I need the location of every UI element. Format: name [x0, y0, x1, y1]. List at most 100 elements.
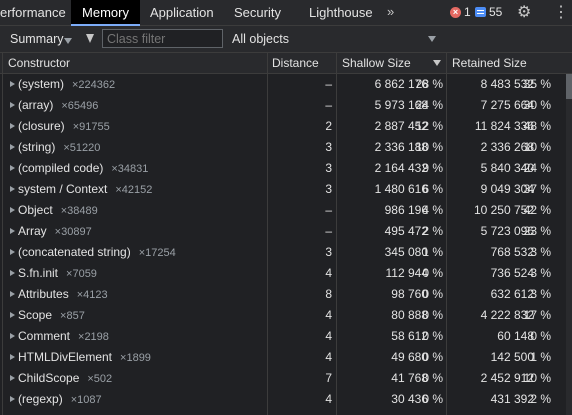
instance-count: ×17254: [138, 247, 176, 259]
retained-size-percent: 0 %: [530, 329, 551, 343]
expand-triangle-icon[interactable]: [10, 333, 15, 339]
tab-memory[interactable]: Memory: [71, 0, 140, 26]
constructor-label: (concatenated string): [18, 245, 131, 259]
distance-value: 4: [325, 350, 332, 364]
column-header-retained-size[interactable]: Retained Size: [452, 53, 527, 73]
instance-count: ×51220: [63, 142, 101, 154]
retained-size-percent: 3 %: [530, 266, 551, 280]
class-filter-input[interactable]: [102, 29, 223, 48]
table-row[interactable]: Comment ×2198 4 58 612 0 % 60 148 0 %: [0, 326, 566, 347]
gear-icon[interactable]: ⚙: [517, 3, 531, 23]
constructor-name: (array) ×65496: [18, 95, 98, 116]
instance-count: ×34831: [111, 163, 149, 175]
message-icon[interactable]: [475, 7, 486, 17]
distance-value: –: [325, 203, 332, 217]
constructor-label: system / Context: [18, 182, 108, 196]
expand-triangle-icon[interactable]: [10, 291, 15, 297]
tab-lighthouse[interactable]: Lighthouse: [309, 0, 373, 25]
message-count[interactable]: 55: [489, 0, 502, 25]
chevron-down-icon[interactable]: [428, 36, 436, 42]
constructor-label: Attributes: [18, 287, 69, 301]
distance-value: 2: [325, 119, 332, 133]
table-row[interactable]: ChildScope ×502 7 41 768 0 % 2 452 912 10 %: [0, 368, 566, 389]
instance-count: ×42152: [115, 184, 153, 196]
shallow-size-percent: 10 %: [415, 140, 443, 154]
expand-triangle-icon[interactable]: [10, 144, 15, 150]
filter-icon[interactable]: [86, 34, 94, 43]
table-row[interactable]: (array) ×65496–5 973 168 24 % 7 275 664 30 %: [0, 95, 566, 116]
table-row[interactable]: Array ×30897–495 472 2 % 5 723 096 23 %: [0, 221, 566, 242]
table-row[interactable]: system / Context ×42152 3 1 480 616 6 % 9 049…: [0, 179, 566, 200]
more-options-icon[interactable]: ⋮: [553, 3, 569, 23]
error-count[interactable]: 1: [464, 0, 471, 25]
shallow-size-percent: 6 %: [422, 182, 443, 196]
expand-triangle-icon[interactable]: [10, 270, 15, 276]
shallow-size-percent: 2 %: [422, 224, 443, 238]
table-row[interactable]: (string) ×51220 3 2 336 188 10 % 2 336 268 10 …: [0, 137, 566, 158]
retained-size-percent: 10 %: [523, 140, 551, 154]
table-row[interactable]: (regexp) ×1087 4 30 436 0 % 431 392 2 %: [0, 389, 566, 410]
table-row[interactable]: HTMLDivElement ×1899 4 49 680 0 % 142 500 1 %: [0, 347, 566, 368]
expand-triangle-icon[interactable]: [10, 312, 15, 318]
expand-triangle-icon[interactable]: [10, 396, 15, 402]
shallow-size-percent: 0 %: [422, 350, 443, 364]
sort-descending-icon: [433, 60, 441, 66]
retained-size-percent: 23 %: [523, 224, 551, 238]
tab-application[interactable]: Application: [150, 0, 214, 25]
view-select[interactable]: Summary: [10, 26, 63, 52]
table-row[interactable]: S.fn.init ×7059 4 112 944 0 % 736 524 3 %: [0, 263, 566, 284]
expand-triangle-icon[interactable]: [10, 81, 15, 87]
instance-count: ×857: [60, 310, 85, 322]
expand-triangle-icon[interactable]: [10, 228, 15, 234]
constructor-name: ChildScope ×502: [18, 368, 112, 389]
shallow-size-percent: 28 %: [415, 77, 443, 91]
expand-triangle-icon[interactable]: [10, 186, 15, 192]
memory-toolbar: Summary All objects: [0, 26, 572, 53]
column-header-constructor[interactable]: Constructor: [8, 53, 70, 73]
tab-performance[interactable]: erformance: [0, 0, 72, 25]
expand-triangle-icon[interactable]: [10, 207, 15, 213]
constructor-name: system / Context ×42152: [18, 179, 152, 200]
instance-count: ×1087: [70, 394, 102, 406]
instance-count: ×7059: [66, 268, 97, 280]
constructor-name: S.fn.init ×7059: [18, 263, 97, 284]
table-row[interactable]: Scope ×857 4 80 888 0 % 4 222 832 17 %: [0, 305, 566, 326]
expand-triangle-icon[interactable]: [10, 165, 15, 171]
constructor-label: (compiled code): [18, 161, 104, 175]
column-header-shallow-size[interactable]: Shallow Size: [342, 53, 411, 73]
instance-count: ×30897: [54, 226, 92, 238]
constructor-name: (regexp) ×1087: [18, 389, 102, 410]
shallow-size-percent: 0 %: [422, 308, 443, 322]
tab-security[interactable]: Security: [234, 0, 281, 25]
retained-size-percent: 35 %: [523, 77, 551, 91]
constructor-name: (concatenated string) ×17254: [18, 242, 176, 263]
shallow-size-percent: 0 %: [422, 371, 443, 385]
table-row[interactable]: (compiled code) ×34831 3 2 164 432 9 % 5 840 …: [0, 158, 566, 179]
constructor-name: Attributes ×4123: [18, 284, 108, 305]
objects-select[interactable]: All objects: [232, 26, 289, 52]
table-row[interactable]: (closure) ×91755 2 2 887 452 12 % 11 824 336 4…: [0, 116, 566, 137]
shallow-size-percent: 12 %: [415, 119, 443, 133]
column-header-distance[interactable]: Distance: [272, 53, 319, 73]
more-tabs-chevron-icon[interactable]: »: [387, 0, 394, 25]
table-row[interactable]: Object ×38489–986 196 4 % 10 250 752 42 %: [0, 200, 566, 221]
expand-triangle-icon[interactable]: [10, 123, 15, 129]
retained-size-percent: 30 %: [523, 98, 551, 112]
shallow-size-percent: 0 %: [422, 329, 443, 343]
vertical-scrollbar[interactable]: [566, 74, 572, 415]
table-row[interactable]: (concatenated string) ×17254 3 345 080 1 % 76…: [0, 242, 566, 263]
expand-triangle-icon[interactable]: [10, 354, 15, 360]
grid-header: Constructor Distance Shallow Size Retain…: [0, 53, 572, 74]
chevron-down-icon[interactable]: [64, 38, 72, 44]
constructor-label: HTMLDivElement: [18, 350, 113, 364]
expand-triangle-icon[interactable]: [10, 102, 15, 108]
distance-value: –: [325, 224, 332, 238]
instance-count: ×38489: [60, 205, 98, 217]
table-row[interactable]: Attributes ×4123 8 98 760 0 % 632 612 3 %: [0, 284, 566, 305]
error-icon[interactable]: ×: [450, 7, 461, 18]
expand-triangle-icon[interactable]: [10, 249, 15, 255]
table-row[interactable]: (system) ×224362–6 862 176 28 % 8 483 532 35…: [0, 74, 566, 95]
scrollbar-thumb[interactable]: [566, 74, 572, 99]
expand-triangle-icon[interactable]: [10, 375, 15, 381]
constructor-label: ChildScope: [18, 371, 80, 385]
